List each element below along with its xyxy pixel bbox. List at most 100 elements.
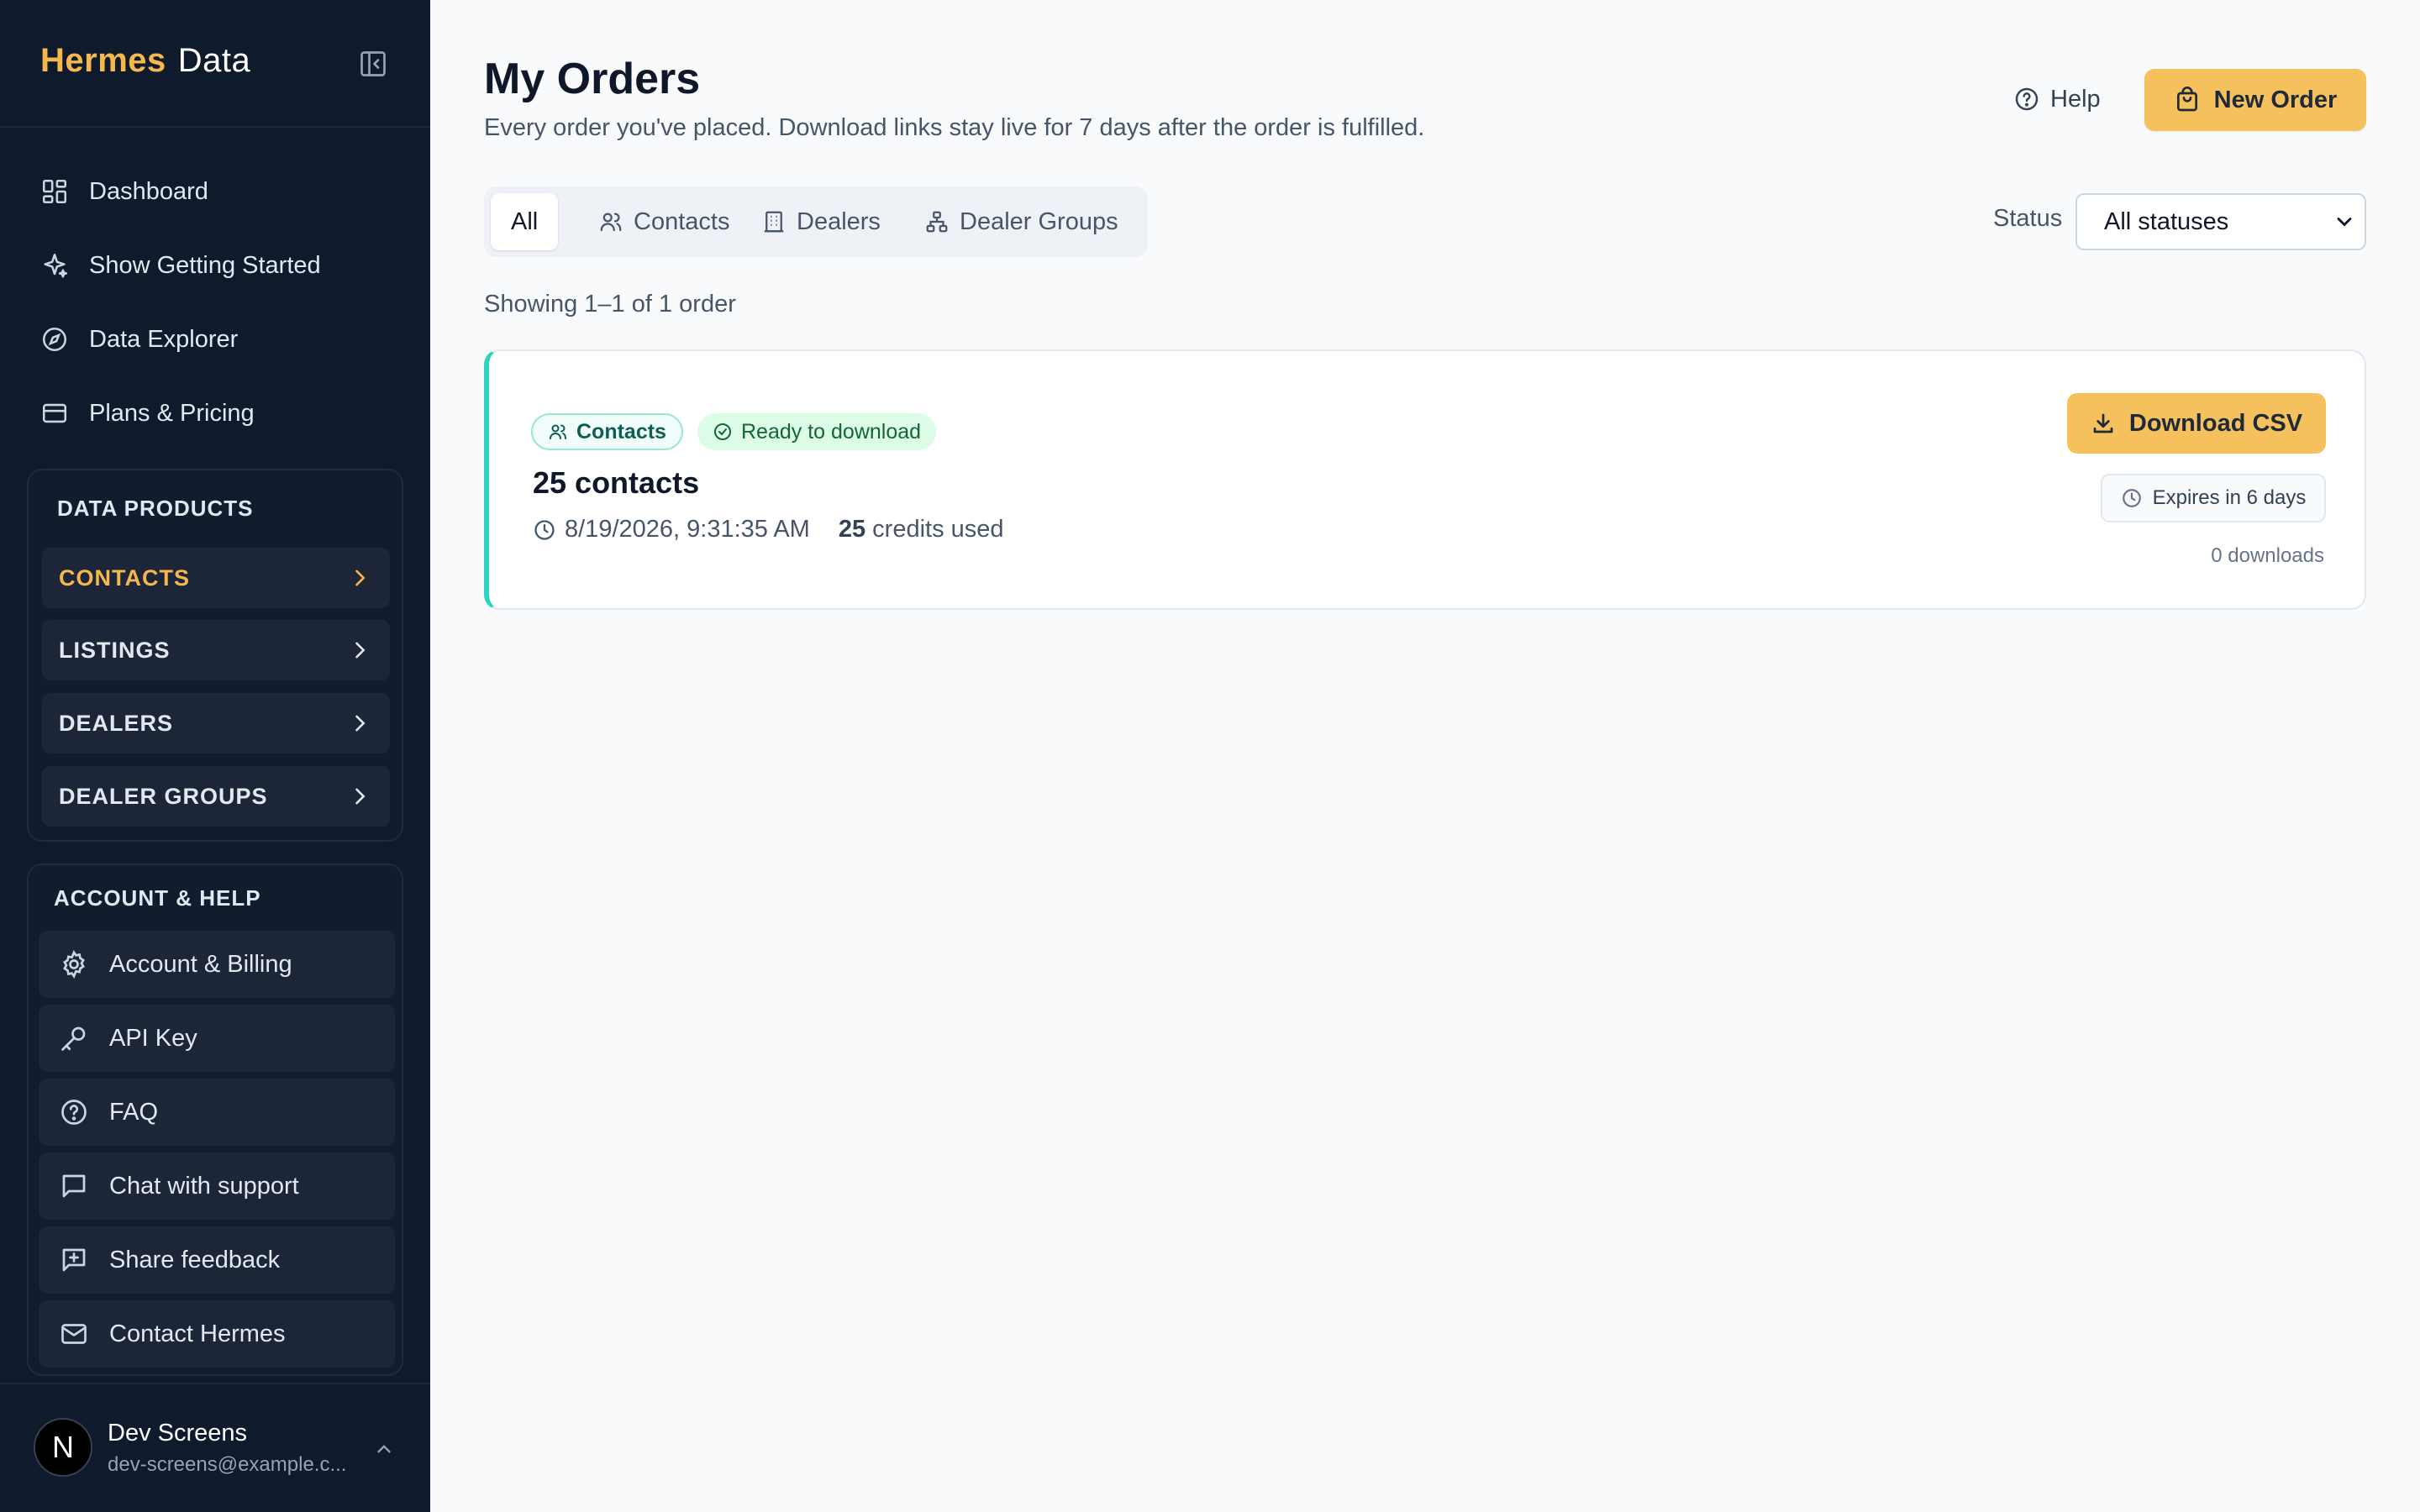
order-card: Contacts Ready to download 25 contacts 8… [484,349,2366,610]
download-label: Download CSV [2128,409,2303,437]
avatar: N [34,1418,92,1477]
nav-data-explorer[interactable]: Data Explorer [40,314,238,365]
new-order-button[interactable]: New Order [2144,69,2366,131]
dashboard-icon [40,177,69,206]
network-icon [924,209,950,234]
building-icon [761,209,786,234]
order-type-tabs: All Contacts Dealers Dealer Groups [484,186,1148,257]
gear-icon [59,949,89,979]
chevron-right-icon [348,638,371,662]
account-item-label: Contact Hermes [109,1320,286,1347]
share-feedback-link[interactable]: Share feedback [39,1226,395,1294]
order-timestamp: 8/19/2026, 9:31:35 AM [565,516,810,543]
chat-icon [59,1171,89,1201]
contact-hermes-link[interactable]: Contact Hermes [39,1300,395,1368]
feedback-icon [59,1245,89,1275]
help-button[interactable]: Help [2013,77,2101,121]
status-badge: Ready to download [697,413,937,450]
clock-icon [533,518,556,542]
data-products-panel: DATA PRODUCTS CONTACTS LISTINGS DEALERS … [27,469,403,842]
tab-contacts[interactable]: Contacts [578,193,750,250]
collapse-sidebar-icon[interactable] [358,49,388,79]
nav-label: Plans & Pricing [89,399,255,427]
user-email: dev-screens@example.c... [108,1453,347,1476]
download-csv-button[interactable]: Download CSV [2067,393,2326,454]
mail-icon [59,1319,89,1349]
download-icon [2091,411,2116,436]
nav-label: Show Getting Started [89,251,321,279]
product-contacts[interactable]: CONTACTS [42,548,390,608]
product-label: CONTACTS [59,564,190,591]
tab-all[interactable]: All [491,193,559,250]
product-dealers[interactable]: DEALERS [42,693,390,753]
brand-logo[interactable]: Hermes Data [40,42,250,80]
clock-icon [2121,487,2143,509]
check-circle-icon [713,422,733,442]
chevron-up-icon[interactable] [373,1438,395,1460]
shopping-bag-icon [2174,87,2201,113]
order-title: 25 contacts [533,465,700,500]
chevron-right-icon [348,566,371,590]
order-meta: 8/19/2026, 9:31:35 AM 25 credits used [533,516,1004,543]
product-label: LISTINGS [59,637,171,663]
user-menu[interactable]: N Dev Screens dev-screens@example.c... [0,1383,430,1512]
data-products-title: DATA PRODUCTS [57,496,254,521]
tab-label: Dealer Groups [960,207,1118,235]
nav-show-getting-started[interactable]: Show Getting Started [40,240,321,291]
account-help-panel: ACCOUNT & HELP Account & Billing API Key… [27,864,403,1376]
results-count: Showing 1–1 of 1 order [484,291,736,318]
credit-card-icon [40,399,69,428]
question-icon [2013,86,2040,113]
nav-label: Data Explorer [89,325,239,353]
status-filter-label: Status [1993,205,2063,232]
order-type-label: Contacts [576,419,666,444]
credits-value: 25 [838,516,866,543]
product-listings[interactable]: LISTINGS [42,620,390,680]
faq-link[interactable]: FAQ [39,1079,395,1146]
users-icon [598,209,623,234]
credits-suffix: credits used [872,516,1004,543]
tab-label: Dealers [797,207,881,235]
sparkle-icon [40,251,69,280]
product-label: DEALER GROUPS [59,783,268,809]
page-title: My Orders [484,55,701,103]
product-dealer-groups[interactable]: DEALER GROUPS [42,766,390,827]
tab-label: All [511,207,539,235]
download-count: 0 downloads [2211,544,2324,567]
status-label: Ready to download [741,419,922,444]
account-help-title: ACCOUNT & HELP [54,885,261,911]
help-label: Help [2050,85,2101,113]
nav-plans-pricing[interactable]: Plans & Pricing [40,388,255,438]
chevron-down-icon [2333,210,2356,234]
user-name: Dev Screens [108,1420,248,1446]
expires-label: Expires in 6 days [2152,486,2307,509]
account-billing-link[interactable]: Account & Billing [39,931,395,998]
account-item-label: Chat with support [109,1172,299,1200]
account-item-label: Account & Billing [109,950,292,978]
nav-label: Dashboard [89,177,208,205]
new-order-label: New Order [2213,86,2338,113]
tab-dealers[interactable]: Dealers [741,193,901,250]
users-icon [548,422,568,442]
api-key-link[interactable]: API Key [39,1005,395,1072]
question-icon [59,1097,89,1127]
brand-name-secondary: Data [177,42,251,79]
sidebar-header: Hermes Data [0,0,430,128]
key-icon [59,1023,89,1053]
account-item-label: API Key [109,1024,197,1052]
status-filter-value: All statuses [2104,207,2229,235]
expires-badge: Expires in 6 days [2101,474,2326,522]
product-label: DEALERS [59,710,174,736]
page-subtitle: Every order you've placed. Download link… [484,114,1425,141]
status-filter-select[interactable]: All statuses [2075,193,2366,250]
compass-icon [40,325,69,354]
chevron-right-icon [348,785,371,808]
nav-dashboard[interactable]: Dashboard [40,166,208,217]
credits-used: 25 credits used [839,516,1004,543]
order-type-badge: Contacts [531,413,683,450]
sidebar: Hermes Data Dashboard Show Getting Start… [0,0,430,1512]
chat-support-link[interactable]: Chat with support [39,1152,395,1220]
chevron-right-icon [348,711,371,735]
tab-dealer-groups[interactable]: Dealer Groups [904,193,1139,250]
tab-label: Contacts [634,207,730,235]
